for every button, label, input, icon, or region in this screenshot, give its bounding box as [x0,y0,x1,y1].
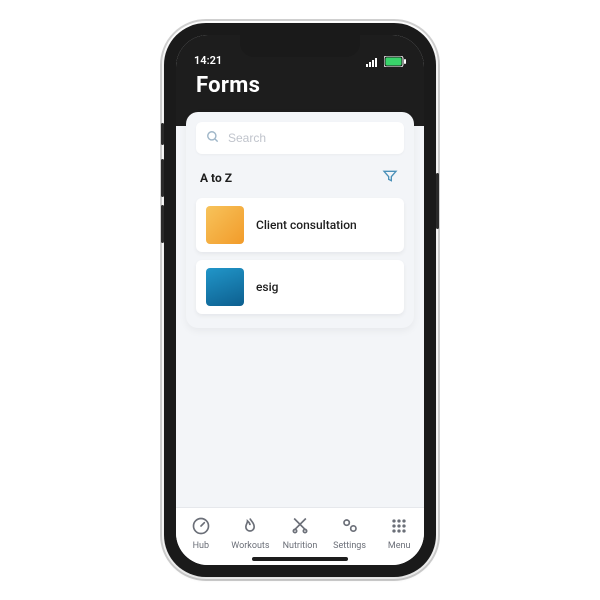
notch [240,35,360,57]
form-card[interactable]: esig [196,260,404,314]
form-card[interactable]: Client consultation [196,198,404,252]
page-title: Forms [196,73,404,98]
search-field[interactable] [196,122,404,154]
status-time: 14:21 [194,54,222,67]
tab-hub[interactable]: Hub [179,516,223,551]
home-indicator[interactable] [252,557,348,561]
volume-up-button [161,159,164,197]
volume-down-button [161,205,164,243]
mute-switch [161,123,164,145]
gear-icon [340,516,360,539]
filter-icon [382,168,398,188]
status-indicators [366,56,406,67]
tab-label: Workouts [231,541,269,551]
tab-workouts[interactable]: Workouts [228,516,272,551]
tab-nutrition[interactable]: Nutrition [278,516,322,551]
battery-icon [384,56,406,67]
content-panel: A to Z Client consultation esig [186,112,414,328]
tab-label: Menu [388,541,411,551]
gauge-icon [191,516,211,539]
forms-list: Client consultation esig [196,198,404,314]
form-title: Client consultation [256,218,357,232]
search-input[interactable] [228,131,394,145]
tab-menu[interactable]: Menu [377,516,421,551]
form-thumbnail [206,206,244,244]
tab-label: Nutrition [283,541,318,551]
tab-settings[interactable]: Settings [328,516,372,551]
tab-label: Hub [193,541,209,551]
section-heading: A to Z [200,171,232,185]
phone-frame: 14:21 Forms A to Z [164,23,436,577]
grid-icon [389,516,409,539]
search-icon [206,129,220,148]
tab-label: Settings [333,541,366,551]
section-header: A to Z [196,154,404,198]
form-thumbnail [206,268,244,306]
flame-icon [240,516,260,539]
signal-icon [366,57,380,67]
filter-button[interactable] [380,168,400,188]
utensils-icon [290,516,310,539]
form-title: esig [256,280,278,294]
power-button [436,173,439,229]
screen: 14:21 Forms A to Z [176,35,424,565]
